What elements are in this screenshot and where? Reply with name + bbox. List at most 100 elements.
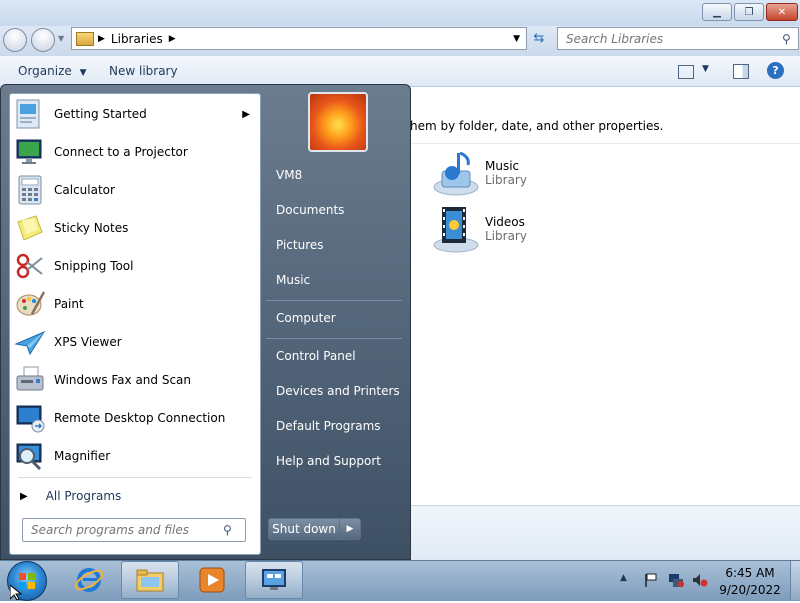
library-music[interactable]: Music Library [430,149,527,197]
remote-desktop-icon [262,569,286,590]
library-videos[interactable]: Videos Library [430,205,527,253]
media-player-icon [199,567,225,593]
programs-divider [18,477,252,478]
start-menu: Getting Started ▶ Connect to a Projector… [0,84,411,560]
breadcrumb-libraries[interactable]: Libraries [111,32,163,46]
breadcrumb-arrow-icon[interactable]: ▶ [169,34,176,44]
program-connect-projector[interactable]: Connect to a Projector [10,133,260,171]
paint-icon [16,291,46,316]
libraries-description: hem by folder, date, and other propertie… [410,119,664,133]
projector-icon [16,139,42,164]
breadcrumb-arrow-icon[interactable]: ▶ [98,34,105,44]
program-xps-viewer[interactable]: XPS Viewer [10,323,260,361]
address-field[interactable]: ▶ Libraries ▶ ▼ [71,27,527,50]
internet-explorer-icon [74,568,104,592]
shutdown-options-icon[interactable]: ▶ [339,518,361,540]
libraries-folder-icon [76,31,94,46]
remote-desktop-icon [16,405,45,433]
calculator-icon [18,175,42,205]
user-picture[interactable] [308,92,368,152]
folder-icon [136,569,164,592]
start-item-pictures[interactable]: Pictures [276,238,324,252]
show-hidden-icons-icon[interactable]: ▲ [620,573,634,587]
minimize-button[interactable]: ▁ [702,3,732,21]
program-label: Magnifier [54,449,111,463]
header-divider [410,143,800,144]
shutdown-button[interactable]: Shut down [268,518,340,540]
taskbar-remote-app[interactable] [245,561,303,599]
search-input[interactable] [564,30,778,47]
program-search-input[interactable] [29,522,223,538]
address-dropdown-icon[interactable]: ▼ [513,34,520,44]
start-item-computer[interactable]: Computer [276,311,336,325]
taskbar-media-player[interactable] [183,561,241,599]
preview-pane-icon[interactable] [733,64,749,79]
organize-dropdown-icon: ▼ [79,68,87,78]
clock-time: 6:45 AM [725,566,775,580]
all-programs-label: All Programs [45,489,122,503]
submenu-arrow-icon[interactable]: ▶ [242,109,250,120]
clock[interactable]: 6:45 AM 9/20/2022 [716,565,784,599]
start-item-default-programs[interactable]: Default Programs [276,419,381,433]
start-item-control-panel[interactable]: Control Panel [276,349,356,363]
search-box[interactable]: ⚲ [557,27,799,50]
program-label: Calculator [54,183,115,197]
fax-scan-icon [16,366,44,391]
all-programs-button[interactable]: ▶ All Programs [10,484,260,508]
refresh-icon[interactable]: ⇆ [529,29,549,47]
snipping-tool-icon [16,253,43,279]
magnifier-icon [16,443,42,471]
program-label: Connect to a Projector [54,145,188,159]
command-bar: Organize ▼ New library ▼ ? [0,56,800,87]
library-name: Videos [485,215,525,229]
program-label: Sticky Notes [54,221,129,235]
search-icon[interactable]: ⚲ [223,523,232,537]
program-magnifier[interactable]: Magnifier [10,437,260,475]
forward-button[interactable] [31,28,55,52]
program-remote-desktop[interactable]: Remote Desktop Connection [10,399,260,437]
search-icon[interactable]: ⚲ [782,32,791,46]
back-button[interactable] [3,28,27,52]
program-label: Snipping Tool [54,259,134,273]
recent-pages-icon[interactable]: ▼ [58,34,64,43]
start-item-music[interactable]: Music [276,273,310,287]
library-type: Library [485,229,527,243]
start-menu-separator [266,300,402,301]
clock-date: 9/20/2022 [719,583,781,597]
program-search-box[interactable]: ⚲ [22,518,246,542]
taskbar-internet-explorer[interactable] [60,561,118,599]
network-icon[interactable] [668,573,684,587]
start-item-devices-printers[interactable]: Devices and Printers [276,384,400,398]
start-menu-separator [266,338,402,339]
maximize-button[interactable]: ❐ [734,3,764,21]
program-label: Paint [54,297,84,311]
action-center-flag-icon[interactable] [644,573,658,587]
program-label: Windows Fax and Scan [54,373,192,387]
organize-button[interactable]: Organize ▼ [18,64,87,78]
start-item-help-support[interactable]: Help and Support [276,454,381,468]
mouse-cursor-icon [10,585,22,600]
start-item-documents[interactable]: Documents [276,203,344,217]
view-dropdown-icon[interactable]: ▼ [702,64,709,74]
start-item-user[interactable]: VM8 [276,168,302,182]
program-windows-fax-scan[interactable]: Windows Fax and Scan [10,361,260,399]
program-getting-started[interactable]: Getting Started ▶ [10,95,260,133]
program-label: Remote Desktop Connection [54,411,226,425]
program-snipping-tool[interactable]: Snipping Tool [10,247,260,285]
close-button[interactable]: ✕ [766,3,798,21]
organize-label: Organize [18,64,72,78]
program-calculator[interactable]: Calculator [10,171,260,209]
program-label: XPS Viewer [54,335,122,349]
show-desktop-button[interactable] [790,561,800,600]
taskbar-windows-explorer[interactable] [121,561,179,599]
new-library-button[interactable]: New library [109,64,178,78]
help-icon[interactable]: ? [767,62,784,79]
volume-muted-icon[interactable] [692,573,708,587]
xps-viewer-icon [14,330,46,356]
address-bar-area: ▼ ▶ Libraries ▶ ▼ ⇆ ⚲ [0,26,800,56]
all-programs-arrow-icon: ▶ [20,490,28,502]
program-paint[interactable]: Paint [10,285,260,323]
program-sticky-notes[interactable]: Sticky Notes [10,209,260,247]
library-name: Music [485,159,520,173]
view-options-icon[interactable] [678,65,694,79]
